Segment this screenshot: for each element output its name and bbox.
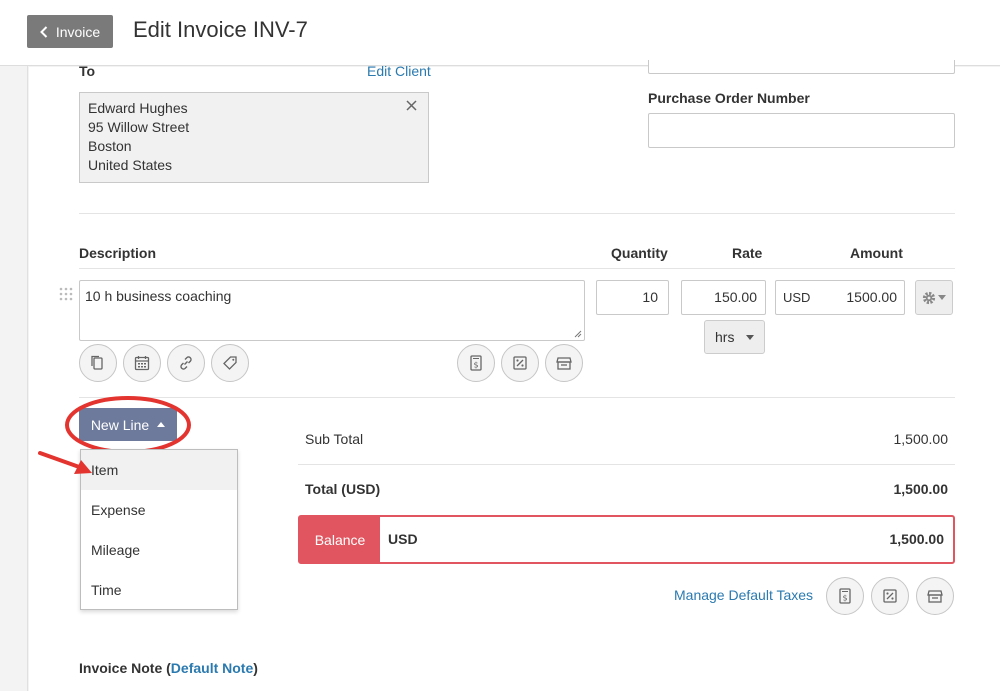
back-to-invoice-button[interactable]: Invoice [27, 15, 113, 48]
divider [79, 397, 955, 398]
balance-currency: USD [388, 531, 418, 547]
left-gutter [0, 66, 28, 691]
tag-button[interactable] [211, 344, 249, 382]
sub-total-label: Sub Total [305, 431, 364, 447]
line-discount-button[interactable] [501, 344, 539, 382]
copy-line-button[interactable] [79, 344, 117, 382]
caret-down-icon [746, 334, 754, 340]
line-shipping-button[interactable] [545, 344, 583, 382]
client-street: 95 Willow Street [88, 119, 190, 135]
calendar-icon [134, 356, 150, 371]
store-icon [927, 590, 943, 603]
line-tax-button[interactable]: $ [457, 344, 495, 382]
rate-header: Rate [732, 245, 763, 261]
total-label: Total (USD) [305, 481, 381, 497]
tax-document-icon: $ [470, 355, 482, 371]
tax-document-icon: $ [839, 588, 851, 604]
quantity-input[interactable]: 10 [596, 280, 669, 315]
client-country: United States [88, 157, 173, 173]
edit-client-link[interactable]: Edit Client [367, 63, 431, 79]
default-note-link[interactable]: Default Note [171, 660, 253, 676]
invoice-shipping-button[interactable] [916, 577, 954, 615]
gear-icon [922, 291, 936, 304]
line-description-input[interactable]: 10 h business coaching [79, 280, 585, 341]
purchase-order-label: Purchase Order Number [648, 90, 810, 106]
line-description-text: 10 h business coaching [85, 288, 232, 304]
date-field[interactable] [648, 60, 955, 74]
store-icon [556, 357, 572, 370]
invoice-discount-button[interactable] [871, 577, 909, 615]
manage-default-taxes-link[interactable]: Manage Default Taxes [674, 587, 813, 603]
annotation-arrow-icon [38, 451, 92, 474]
invoice-tax-button[interactable]: $ [826, 577, 864, 615]
annotation-circle [65, 396, 191, 454]
link-icon [180, 356, 192, 370]
to-label: To [79, 63, 96, 79]
caret-down-icon [938, 295, 946, 300]
amount-field[interactable]: USD 1500.00 [775, 280, 905, 315]
amount-currency: USD [783, 290, 811, 305]
divider [79, 213, 955, 214]
svg-text:$: $ [473, 361, 478, 370]
copy-icon [91, 355, 103, 370]
date-button[interactable] [123, 344, 161, 382]
percent-icon [883, 589, 897, 603]
client-name: Edward Hughes [88, 100, 188, 116]
rate-input[interactable]: 150.00 [681, 280, 766, 315]
chevron-left-icon [39, 25, 48, 38]
line-settings-button[interactable] [915, 280, 953, 315]
resize-handle-icon[interactable] [574, 330, 582, 338]
invoice-note-suffix: ) [253, 660, 258, 676]
menu-item-item[interactable]: Item [81, 450, 237, 490]
amount-value: 1500.00 [846, 289, 897, 305]
purchase-order-input[interactable] [648, 113, 955, 148]
balance-box: Balance USD 1,500.00 [298, 515, 955, 564]
svg-text:$: $ [842, 594, 847, 603]
description-header: Description [79, 245, 157, 261]
divider [79, 268, 955, 269]
quantity-header: Quantity [611, 245, 668, 261]
sub-total-value: 1,500.00 [893, 431, 949, 447]
client-address-box: Edward Hughes 95 Willow Street Boston Un… [79, 92, 429, 183]
client-city: Boston [88, 138, 132, 154]
page-title: Edit Invoice INV-7 [133, 17, 308, 42]
menu-item-expense[interactable]: Expense [81, 490, 237, 530]
link-button[interactable] [167, 344, 205, 382]
close-icon[interactable] [405, 99, 418, 112]
tag-icon [223, 356, 237, 370]
unit-select[interactable]: hrs [704, 320, 765, 354]
back-button-label: Invoice [55, 23, 101, 40]
divider [298, 464, 955, 465]
invoice-note-label: Invoice Note (Default Note) [79, 660, 258, 676]
unit-value: hrs [715, 329, 735, 345]
invoice-note-prefix: Invoice Note ( [79, 660, 171, 676]
new-line-menu: Item Expense Mileage Time [80, 449, 238, 610]
percent-icon [513, 356, 527, 370]
total-value: 1,500.00 [893, 481, 949, 497]
menu-item-mileage[interactable]: Mileage [81, 530, 237, 570]
amount-header: Amount [850, 245, 903, 261]
drag-handle-icon[interactable] [59, 287, 75, 303]
menu-item-time[interactable]: Time [81, 570, 237, 610]
balance-value: 1,500.00 [889, 531, 945, 547]
top-bar: Invoice Edit Invoice INV-7 [0, 0, 1000, 66]
balance-label: Balance [300, 517, 380, 562]
